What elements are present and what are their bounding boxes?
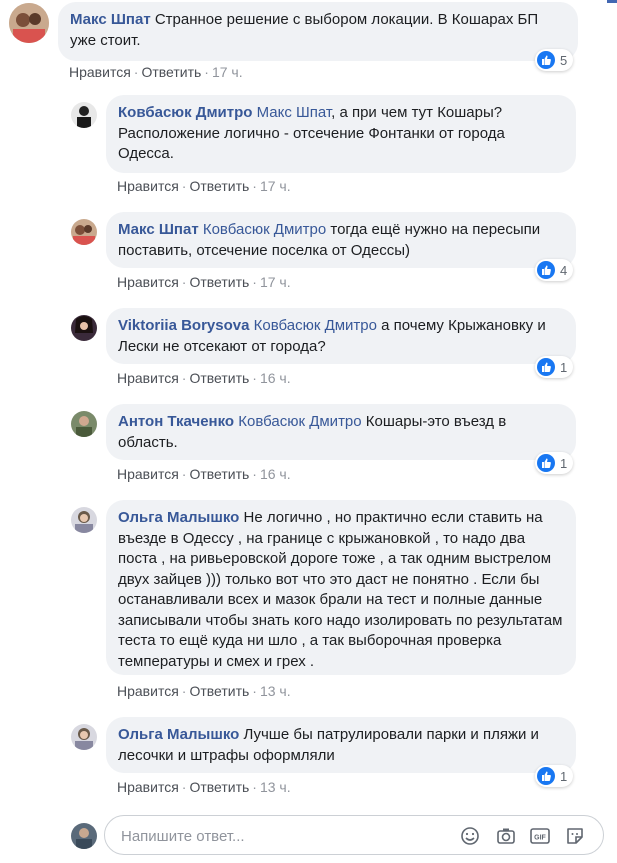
separator-dot: ·	[252, 178, 257, 194]
comment-author[interactable]: Макс Шпат	[118, 221, 199, 238]
comment-time[interactable]: 16 ч.	[260, 370, 291, 386]
reaction-count[interactable]: 1	[535, 452, 574, 474]
separator-dot: ·	[181, 466, 187, 482]
comment-bubble: Макс Шпат Ковбасюк Дмитро тогда ещё нужн…	[106, 212, 576, 268]
separator-dot: ·	[252, 779, 257, 795]
separator-dot: ·	[133, 64, 139, 80]
reaction-number: 1	[560, 359, 568, 375]
comment-author[interactable]: Ольга Малышко	[118, 726, 239, 743]
like-link[interactable]: Нравится	[117, 466, 179, 482]
avatar[interactable]	[9, 3, 49, 43]
like-icon	[537, 358, 555, 376]
comment-time[interactable]: 17 ч.	[260, 274, 291, 290]
like-link[interactable]: Нравится	[117, 683, 179, 699]
comment-actions: Нравится · Ответить · 17 ч.	[69, 64, 243, 80]
comment-bubble: Антон Ткаченко Ковбасюк Дмитро Кошары-эт…	[106, 404, 576, 460]
separator-dot: ·	[252, 683, 257, 699]
comment-actions: Нравится · Ответить · 16 ч.	[117, 466, 291, 482]
comment-mention[interactable]: Макс Шпат	[257, 104, 332, 121]
separator-dot: ·	[181, 178, 187, 194]
comment-author[interactable]: Ковбасюк Дмитро	[118, 104, 252, 121]
like-icon	[537, 767, 555, 785]
like-icon	[537, 261, 555, 279]
reaction-number: 5	[560, 52, 568, 68]
avatar[interactable]	[71, 102, 97, 128]
separator-dot: ·	[252, 274, 257, 290]
comment-mention[interactable]: Ковбасюк Дмитро	[254, 317, 377, 334]
reply-box: GIF	[104, 815, 604, 855]
avatar[interactable]	[71, 507, 97, 533]
comment-author[interactable]: Антон Ткаченко	[118, 413, 234, 430]
avatar[interactable]	[71, 315, 97, 341]
reply-link[interactable]: Ответить	[189, 370, 249, 386]
reply-link[interactable]: Ответить	[189, 466, 249, 482]
reply-link[interactable]: Ответить	[141, 64, 201, 80]
reply-link[interactable]: Ответить	[189, 178, 249, 194]
reaction-count[interactable]: 5	[535, 49, 574, 71]
reply-link[interactable]: Ответить	[189, 274, 249, 290]
avatar[interactable]	[71, 411, 97, 437]
comment-bubble: Ковбасюк Дмитро Макс Шпат, а при чем тут…	[106, 95, 576, 173]
like-link[interactable]: Нравится	[117, 274, 179, 290]
like-link[interactable]: Нравится	[117, 370, 179, 386]
reaction-count[interactable]: 1	[535, 765, 574, 787]
separator-dot: ·	[181, 274, 187, 290]
top-accent	[607, 0, 617, 3]
separator-dot: ·	[181, 370, 187, 386]
current-user-avatar[interactable]	[71, 823, 97, 849]
separator-dot: ·	[252, 370, 257, 386]
comment-actions: Нравится · Ответить · 17 ч.	[117, 178, 291, 194]
comment-bubble: Viktoriia Borysova Ковбасюк Дмитро а поч…	[106, 308, 576, 364]
reaction-count[interactable]: 1	[535, 356, 574, 378]
comment-bubble: Макс Шпат Странное решение с выбором лок…	[58, 2, 578, 61]
comment-mention[interactable]: Ковбасюк Дмитро	[203, 221, 326, 238]
emoji-icon[interactable]	[459, 825, 481, 847]
like-link[interactable]: Нравится	[69, 64, 131, 80]
comment-author[interactable]: Макс Шпат	[70, 11, 151, 28]
comment-author[interactable]: Ольга Малышко	[118, 509, 239, 526]
comment-actions: Нравится · Ответить · 16 ч.	[117, 370, 291, 386]
separator-dot: ·	[204, 64, 209, 80]
camera-icon[interactable]	[495, 825, 517, 847]
reply-link[interactable]: Ответить	[189, 683, 249, 699]
comment-time[interactable]: 16 ч.	[260, 466, 291, 482]
reaction-number: 1	[560, 455, 568, 471]
comment-time[interactable]: 13 ч.	[260, 683, 291, 699]
separator-dot: ·	[252, 466, 257, 482]
comment-actions: Нравится · Ответить · 17 ч.	[117, 274, 291, 290]
comment-time[interactable]: 17 ч.	[212, 64, 243, 80]
sticker-icon[interactable]	[564, 825, 586, 847]
comment-text: Не логично , но практично если ставить н…	[118, 509, 563, 670]
comment-actions: Нравится · Ответить · 13 ч.	[117, 683, 291, 699]
comment-bubble: Ольга Малышко Не логично , но практично …	[106, 500, 576, 675]
reaction-count[interactable]: 4	[535, 259, 574, 281]
reply-link[interactable]: Ответить	[189, 779, 249, 795]
svg-text:GIF: GIF	[534, 835, 546, 842]
like-icon	[537, 454, 555, 472]
separator-dot: ·	[181, 779, 187, 795]
comment-time[interactable]: 13 ч.	[260, 779, 291, 795]
like-link[interactable]: Нравится	[117, 178, 179, 194]
reply-input[interactable]	[119, 825, 443, 847]
reaction-number: 1	[560, 768, 568, 784]
like-link[interactable]: Нравится	[117, 779, 179, 795]
comment-bubble: Ольга Малышко Лучше бы патрулировали пар…	[106, 717, 576, 773]
gif-icon[interactable]: GIF	[529, 825, 551, 847]
comment-author[interactable]: Viktoriia Borysova	[118, 317, 249, 334]
comment-time[interactable]: 17 ч.	[260, 178, 291, 194]
comment-actions: Нравится · Ответить · 13 ч.	[117, 779, 291, 795]
like-icon	[537, 51, 555, 69]
separator-dot: ·	[181, 683, 187, 699]
avatar[interactable]	[71, 724, 97, 750]
avatar[interactable]	[71, 219, 97, 245]
comment-mention[interactable]: Ковбасюк Дмитро	[238, 413, 361, 430]
reaction-number: 4	[560, 262, 568, 278]
